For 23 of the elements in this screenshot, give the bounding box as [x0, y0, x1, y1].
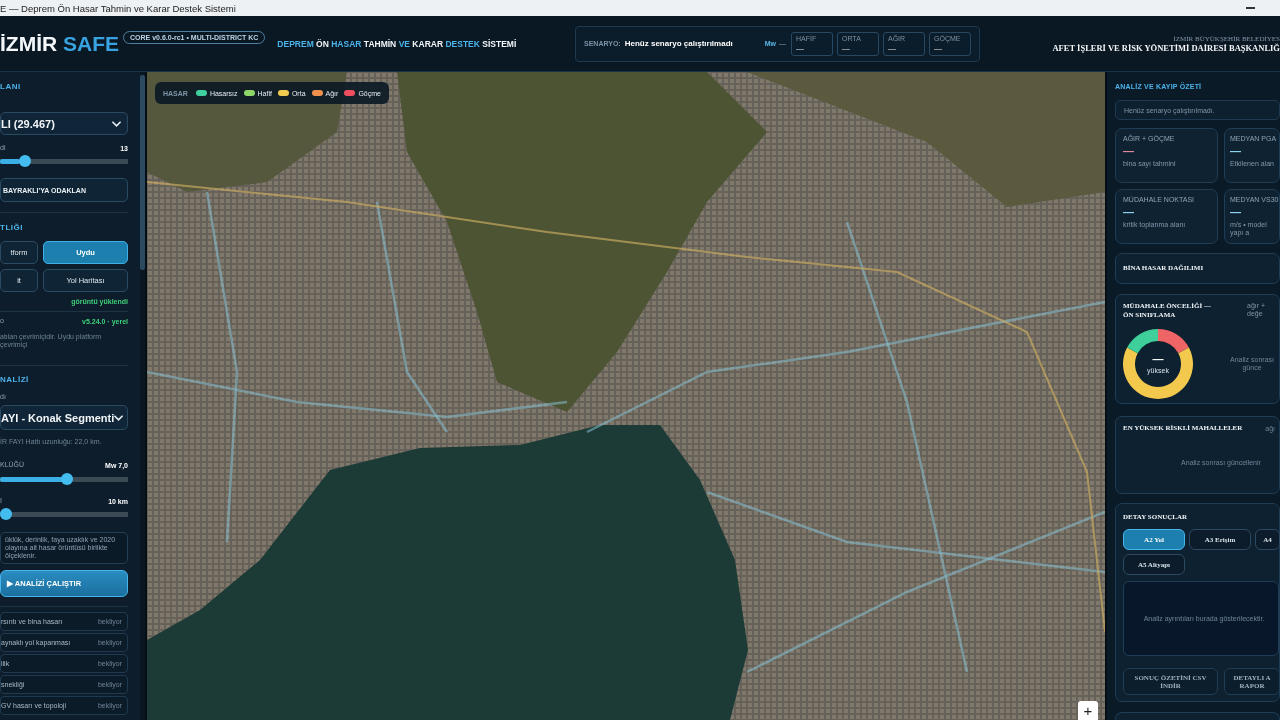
window-title: E — Deprem Ön Hasar Tahmin ve Karar Destek Sistemi — [0, 2, 236, 14]
department-name: AFET İŞLERİ VE RİSK YÖNETİMİ DAİRESİ BAŞKANLIĞ — [1052, 42, 1280, 53]
stat-value: — — [934, 43, 943, 53]
stat-value: — — [842, 43, 851, 53]
metric-value: — — [1123, 207, 1134, 218]
section-title: NALİZİ — [0, 376, 30, 384]
scenario-value: Henüz senaryo çalıştırılmadı — [624, 39, 733, 48]
section-title: TLIĞI — [0, 224, 24, 232]
app-logo: İZMİR SAFE — [0, 31, 119, 56]
sidebar-scrollbar[interactable] — [140, 72, 145, 720]
app-title: DEPREM ÖN HASAR TAHMİN VE KARAR DESTEK SİSTEMİ — [277, 38, 517, 49]
stat-value: — — [888, 43, 897, 53]
chevron-down-icon — [114, 414, 124, 421]
section-title: LANI — [0, 83, 22, 91]
district-select[interactable]: LI (29.467) — [0, 112, 128, 135]
metric-value: — — [1230, 146, 1241, 157]
stat-value: — — [796, 43, 805, 53]
metric-value: — — [1230, 207, 1241, 218]
chevron-down-icon — [112, 120, 121, 127]
metric-value: — — [1123, 146, 1134, 157]
zoom-in-button[interactable]: + — [1078, 701, 1098, 720]
fault-select[interactable]: AYI - Konak Segmenti — [0, 405, 128, 430]
donut-value: — — [1152, 353, 1164, 365]
